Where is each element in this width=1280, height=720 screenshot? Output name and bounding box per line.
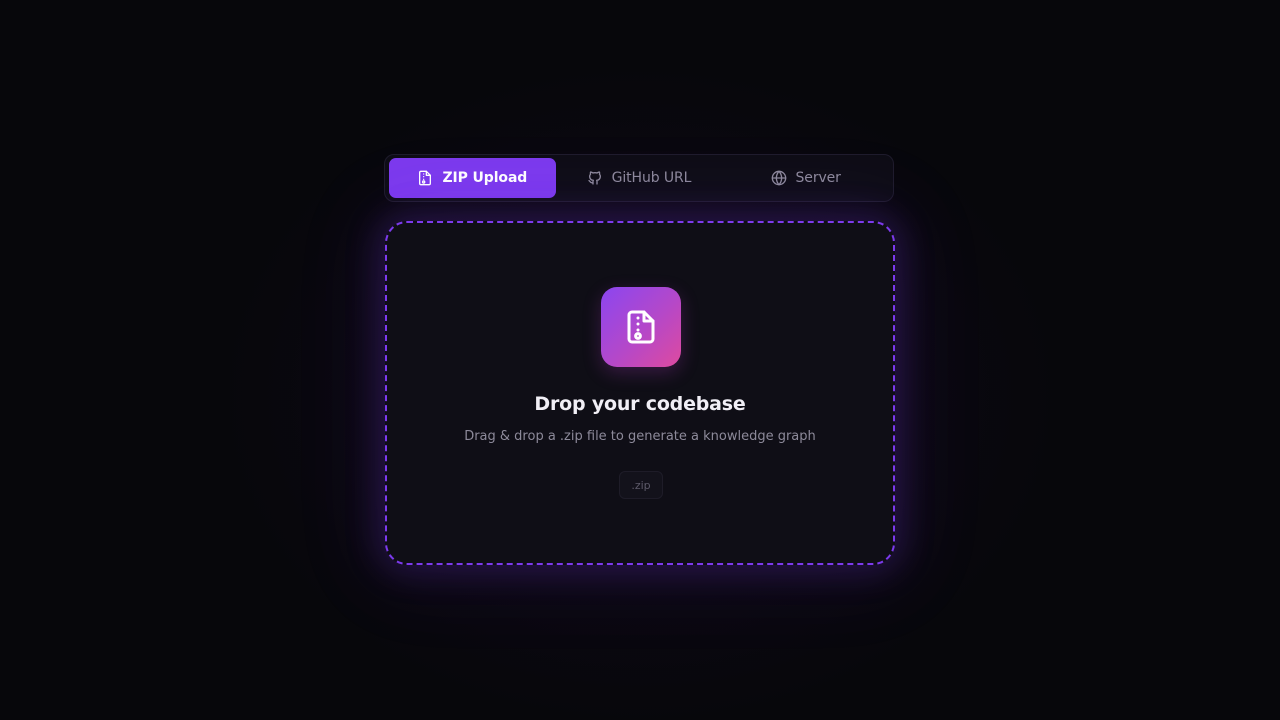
tab-label: Server [795,170,841,186]
globe-icon [771,170,786,186]
tab-label: GitHub URL [611,170,692,186]
source-tabs: ZIP Upload GitHub URL Server [384,154,894,202]
upload-icon-badge [601,287,681,367]
file-archive-icon [419,170,432,186]
upload-screen: ZIP Upload GitHub URL Server Drop your c… [0,0,1280,720]
file-dropzone[interactable]: Drop your codebase Drag & drop a .zip fi… [385,221,895,565]
accepted-extension-badge: .zip [619,471,663,499]
tab-github-url[interactable]: GitHub URL [556,158,723,198]
file-archive-icon [627,310,655,344]
tab-zip-upload[interactable]: ZIP Upload [389,158,556,198]
dropzone-title: Drop your codebase [534,393,746,415]
dropzone-subtitle: Drag & drop a .zip file to generate a kn… [464,429,816,444]
tab-server[interactable]: Server [722,158,889,198]
github-icon [587,171,601,185]
tab-label: ZIP Upload [442,170,528,186]
